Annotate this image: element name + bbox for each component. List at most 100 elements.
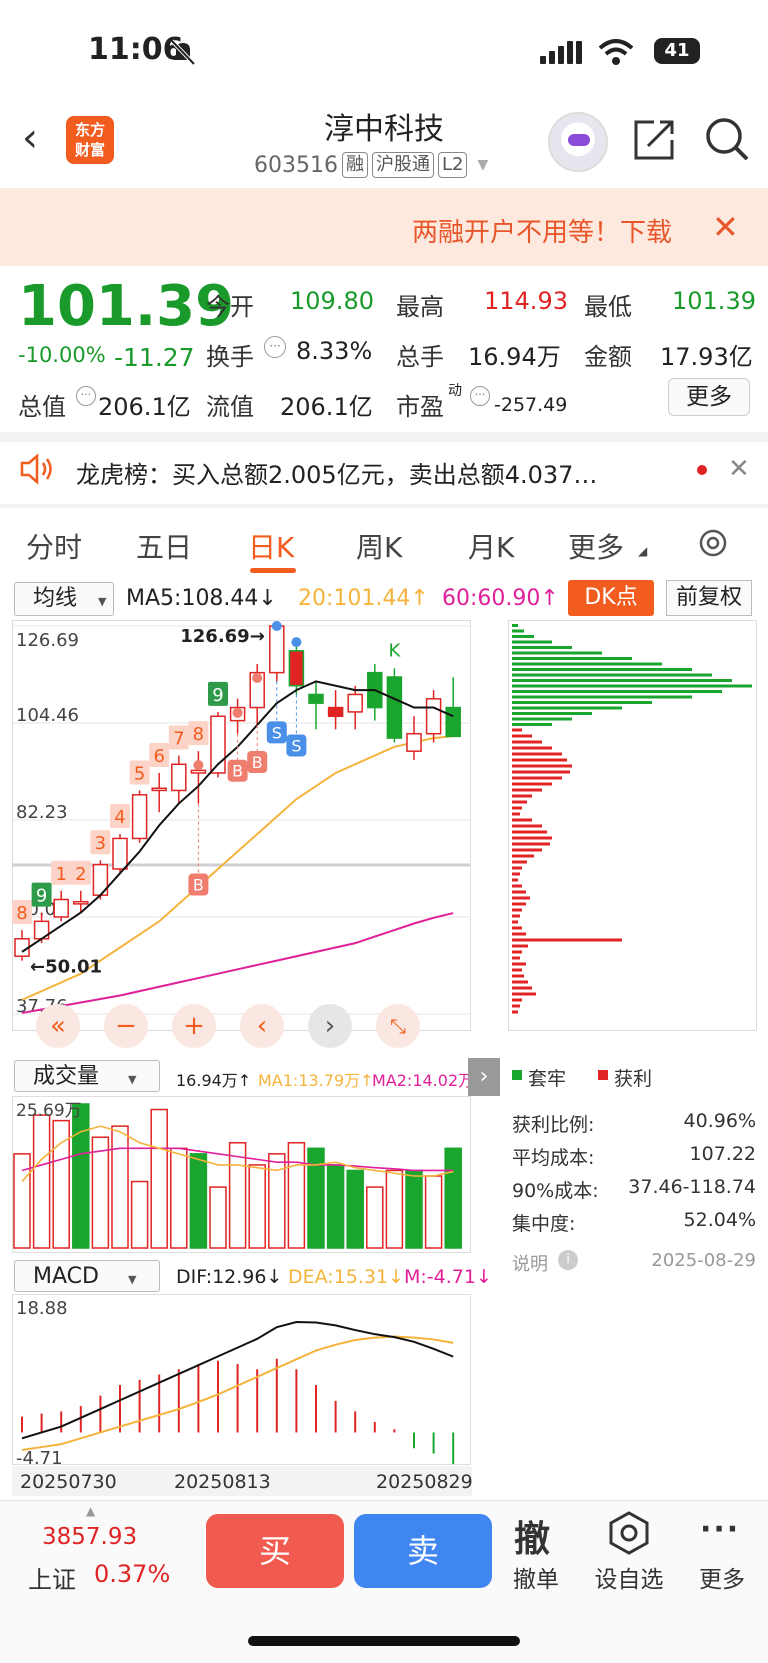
bs-signal-label: B [252,753,263,772]
info-icon[interactable]: ··· [76,386,96,406]
more-label[interactable]: 更多 [692,1560,752,1594]
search-icon[interactable] [704,116,750,162]
volume-indicator-label: 成交量 [33,1064,100,1089]
rewind-icon[interactable]: « [36,1004,80,1048]
tab-daily-k[interactable]: 日K [248,526,294,566]
more-quote-button[interactable]: 更多 [668,378,750,416]
candle [151,787,167,792]
chip-bar [512,908,522,912]
add-watchlist-label[interactable]: 设自选 [588,1560,670,1594]
candle [288,650,305,687]
volume-label: 总手 [396,343,444,371]
signal-dot [252,672,263,683]
index-pct[interactable]: 0.37% [94,1560,170,1588]
macd-top-label: 18.88 [16,1298,68,1319]
chip-bar [512,842,550,846]
td-signal-label: 1 [55,864,66,885]
turnover-label: 换手 [206,343,254,371]
promo-close-icon[interactable]: ✕ [712,208,739,246]
dk-point-button[interactable]: DK点 [568,580,654,616]
info-icon[interactable]: i [558,1250,578,1270]
news-close-icon[interactable]: ✕ [728,454,750,484]
signal-icon [540,41,582,64]
signal-dot [291,637,302,648]
candle [190,769,207,774]
speaker-icon [20,453,52,485]
sell-button[interactable]: 卖 [354,1514,492,1588]
concentration-label: 集中度: [512,1213,576,1235]
chip-bar [512,776,562,780]
promo-banner-text[interactable]: 两融开户不用等！下载 [412,212,672,249]
k-signal-label: K [388,640,401,661]
note-label[interactable]: 说明 [512,1250,548,1276]
tab-weekly-k[interactable]: 周K [356,526,402,566]
cancel-order-icon[interactable]: 撤 [514,1510,550,1562]
volume-bar [346,1169,364,1249]
adjust-button[interactable]: 前复权 [666,580,752,616]
chip-bar [512,770,570,774]
profit-legend-swatch [598,1070,608,1080]
candle [308,693,324,704]
tab-five-day[interactable]: 五日 [136,526,192,566]
candlestick-chart[interactable]: 126.69104.4682.2360.0037.76891 234567 89BB… [12,620,500,1056]
zoom-out-icon[interactable]: − [104,1004,148,1048]
chip-bar [512,668,692,671]
chip-bar [512,794,532,798]
candle [445,706,461,738]
chip-bar [512,752,562,756]
volume-value: 16.94万↑ [176,1071,252,1090]
volume-bar [248,1164,266,1249]
macd-indicator-select[interactable]: MACD ▼ [14,1260,160,1292]
tab-more[interactable]: 更多 [568,526,624,566]
volume-bar [72,1103,90,1249]
info-icon[interactable]: ··· [470,386,490,406]
td-signal-label: 8 [16,903,27,924]
share-icon[interactable] [632,118,676,162]
volume-bar [366,1186,384,1249]
chip-bar [512,746,552,750]
tab-monthly-k[interactable]: 月K [468,526,514,566]
expand-icon[interactable]: ⤡ [376,1004,420,1048]
td-signal-label: 9 [36,886,47,907]
candle [347,693,363,713]
chip-bar [512,974,524,978]
index-value[interactable]: 3857.93 [42,1524,137,1550]
bs-signal-label: S [272,723,282,742]
x-tick-label: 20250813 [174,1471,271,1493]
chip-bar [512,848,542,852]
level2-tag: L2 [437,152,468,178]
volume-indicator-select[interactable]: 成交量 ▼ [14,1060,160,1092]
chip-distribution-chart [508,620,757,1031]
divider [0,504,768,508]
indicator-select-label: 均线 [33,586,78,611]
candle [425,698,442,735]
zoom-in-icon[interactable]: + [172,1004,216,1048]
stock-subline[interactable]: 603516 融 沪股通 L2 ▼ [254,152,488,178]
total-cap-value: 206.1亿 [98,393,191,421]
total-cap-label: 总值 [18,393,66,421]
panel-expand-icon[interactable]: › [468,1058,500,1096]
next-icon[interactable]: › [308,1004,352,1048]
info-icon[interactable]: ··· [264,336,286,358]
chip-bar [512,1010,518,1014]
prev-icon[interactable]: ‹ [240,1004,284,1048]
indicator-select[interactable]: 均线 ▼ [14,582,114,616]
caret-up-icon: ▲ [86,1504,96,1518]
buy-button[interactable]: 买 [206,1514,344,1588]
dragon-tiger-news[interactable]: 龙虎榜：买入总额2.005亿元，卖出总额4.037… [76,455,597,490]
candle [112,837,128,870]
home-indicator [248,1636,520,1646]
turnover-value: 8.33% [296,337,373,365]
connect-tag: 沪股通 [371,152,434,178]
index-name[interactable]: 上证 [28,1560,76,1595]
add-watchlist-icon[interactable] [606,1510,652,1556]
gear-icon[interactable] [696,526,730,560]
tab-intraday[interactable]: 分时 [26,526,82,566]
volume-bar [111,1125,129,1249]
chip-bar [512,896,530,900]
chip-bar [512,657,632,660]
signal-dot [232,707,243,718]
chip-bar [512,1004,520,1008]
cancel-order-label[interactable]: 撤单 [506,1560,566,1594]
more-dots-icon[interactable]: ··· [700,1512,740,1547]
